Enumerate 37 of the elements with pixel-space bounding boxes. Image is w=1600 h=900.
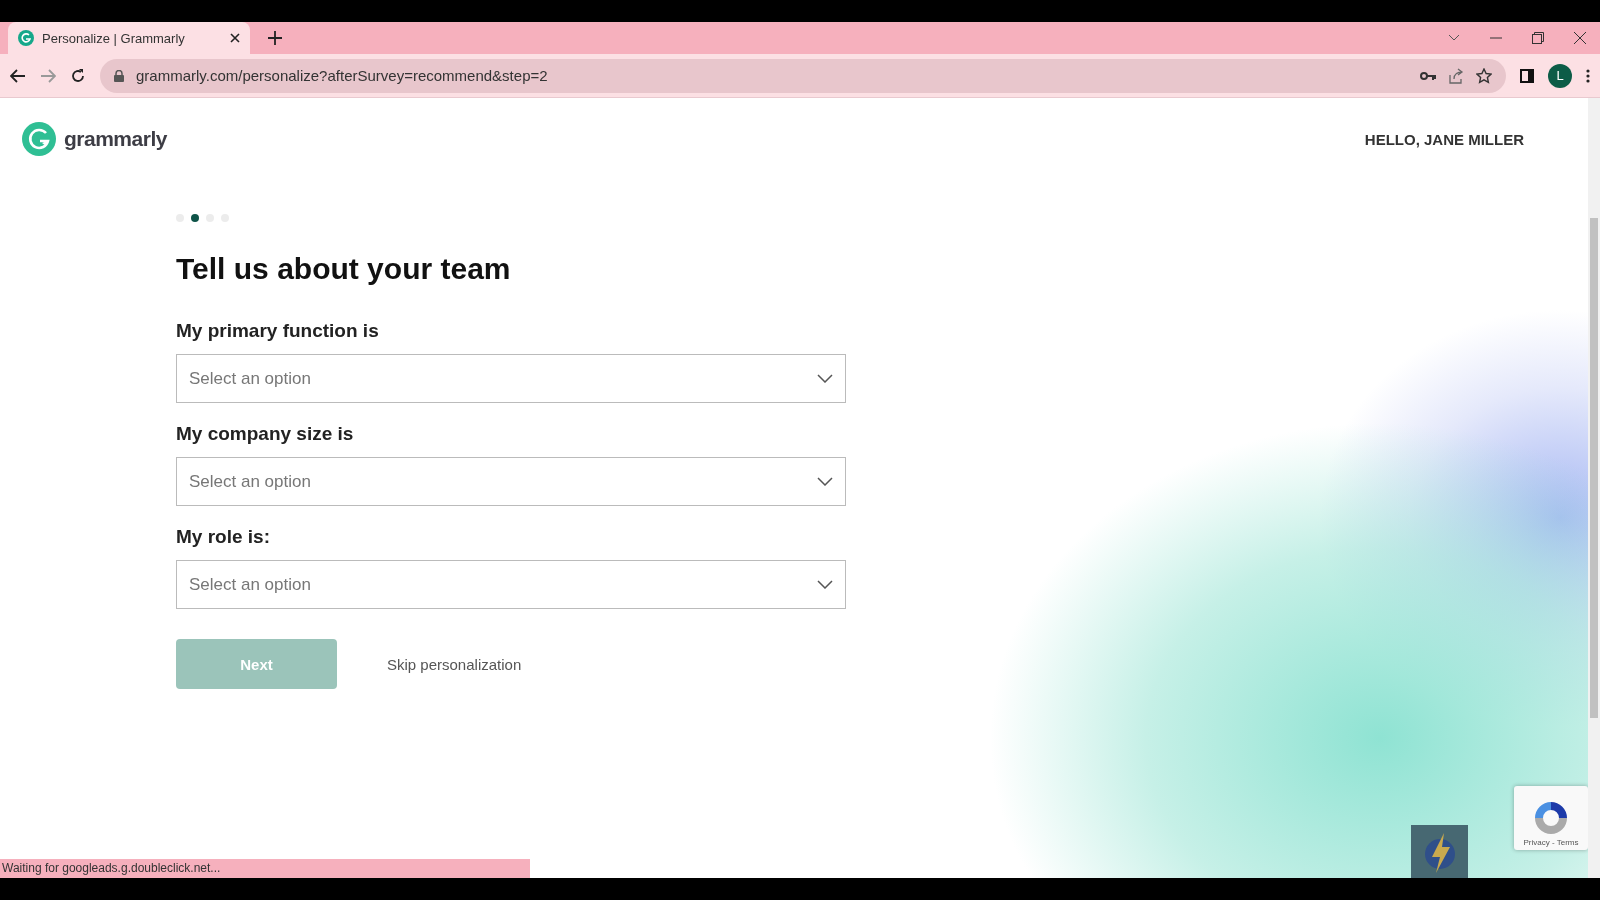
plus-icon[interactable] [268, 31, 282, 45]
browser-tab[interactable]: Personalize | Grammarly [8, 22, 250, 54]
back-arrow-icon[interactable] [10, 68, 26, 83]
select-field[interactable]: Select an option [176, 354, 846, 403]
tab-title: Personalize | Grammarly [42, 30, 186, 46]
recaptcha-badge[interactable]: Privacy - Terms [1514, 786, 1588, 850]
key-icon[interactable] [1420, 70, 1436, 81]
recaptcha-links[interactable]: Privacy - Terms [1523, 838, 1579, 847]
close-icon[interactable] [1574, 32, 1586, 44]
chevron-down-icon[interactable] [1448, 34, 1460, 42]
extension-tile[interactable] [1411, 825, 1468, 878]
select-field[interactable]: Select an option [176, 560, 846, 609]
address-bar[interactable]: grammarly.com/personalize?afterSurvey=recommend&step=2 [100, 58, 1506, 93]
lock-icon [114, 69, 124, 82]
profile-avatar[interactable]: L [1548, 63, 1572, 88]
reload-icon[interactable] [70, 67, 86, 84]
star-icon[interactable] [1476, 67, 1492, 84]
logo-text: grammarly [64, 127, 167, 151]
select-field[interactable]: Select an option [176, 457, 846, 506]
field-label: My primary function is [176, 320, 380, 342]
close-icon[interactable] [230, 33, 240, 43]
share-icon[interactable] [1448, 67, 1464, 84]
field-label: My company size is [176, 423, 355, 445]
site-icon [18, 30, 34, 46]
side-panel-icon[interactable] [1520, 68, 1534, 83]
logo-icon [22, 122, 56, 156]
scrollbar[interactable] [1588, 98, 1600, 878]
chevron-down-icon [817, 477, 833, 486]
chevron-down-icon [817, 374, 833, 383]
page-title: Tell us about your team [176, 252, 512, 286]
status-bar: Waiting for googleads.g.doubleclick.net... [0, 859, 530, 878]
skip-link[interactable]: Skip personalization [387, 655, 522, 673]
restore-icon[interactable] [1532, 32, 1544, 44]
chevron-down-icon [817, 580, 833, 589]
menu-icon[interactable] [1586, 68, 1590, 83]
user-greeting: HELLO, JANE MILLER [1364, 130, 1524, 148]
field-label: My role is: [176, 526, 271, 548]
